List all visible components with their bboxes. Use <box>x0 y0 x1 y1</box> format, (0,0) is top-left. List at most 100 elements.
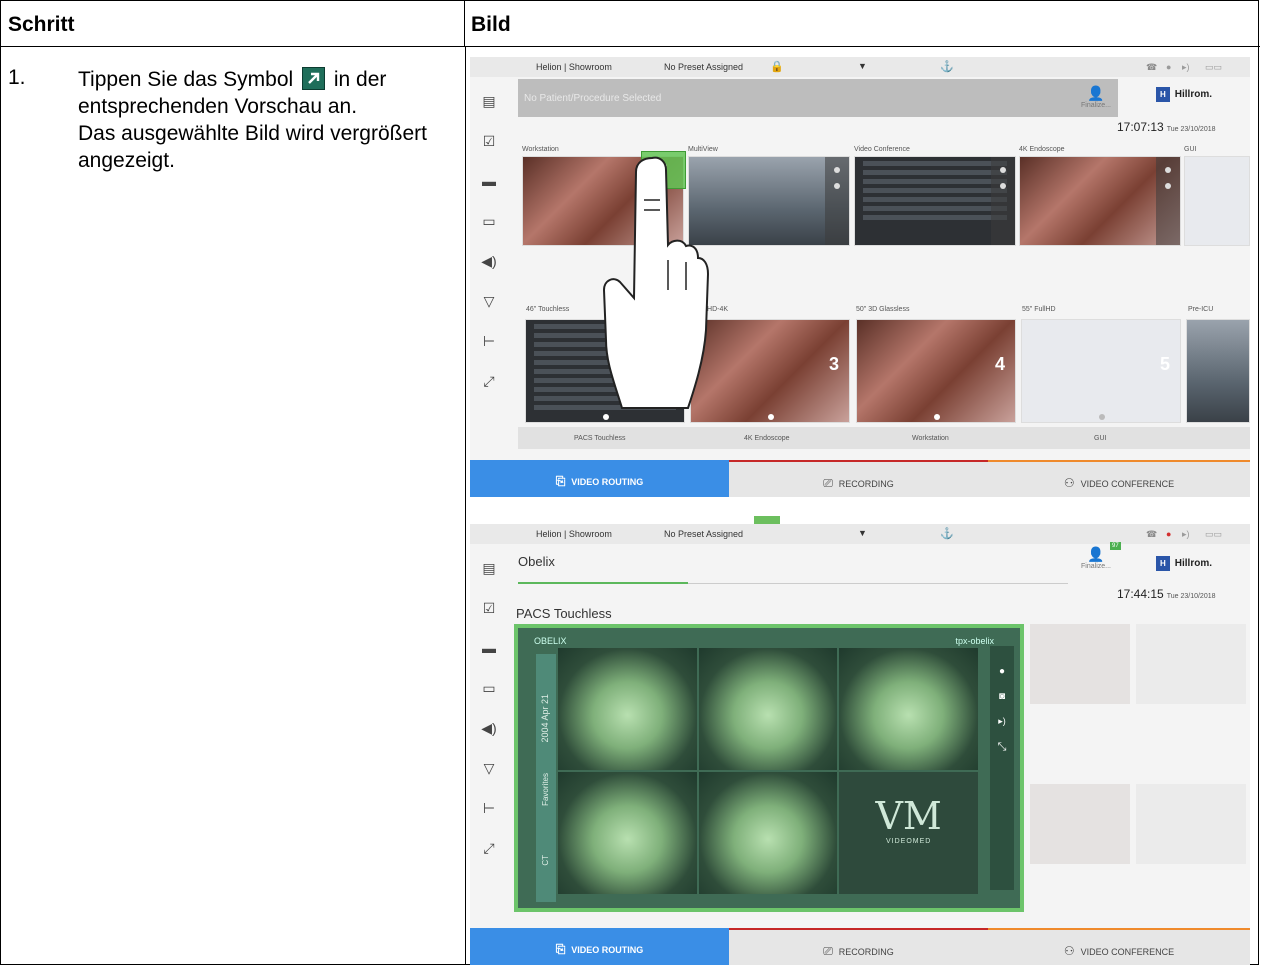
background-preview <box>1136 624 1246 704</box>
patient-bar[interactable]: No Patient/Procedure Selected <box>518 79 1118 117</box>
display-preview-uhd-4k[interactable]: 3 <box>690 319 850 423</box>
camera-arm-icon[interactable]: ⤢ <box>479 373 499 389</box>
display-number: 5 <box>1159 354 1170 374</box>
ct-image-grid: VM VIDEOMED <box>558 648 978 894</box>
tab-video-routing[interactable]: ⎘ VIDEO ROUTING <box>470 460 729 497</box>
glasses-icon[interactable]: ▭▭ <box>1205 529 1222 540</box>
finalize-button[interactable]: 👤 Finalize... <box>1076 85 1116 109</box>
display-preview-3d-glassless[interactable]: 4 <box>856 319 1016 423</box>
display-preview-pre-icu[interactable] <box>1186 319 1250 423</box>
tab-label: VIDEO CONFERENCE <box>1080 479 1175 489</box>
assigned-source: PACS Touchless <box>574 435 626 442</box>
recording-icon: ⎚ <box>823 476 833 490</box>
phone-icon[interactable]: ☎ <box>1146 62 1157 73</box>
preview-modality: CT <box>541 855 550 867</box>
display-preview-fullhd[interactable]: 5 <box>1021 319 1181 423</box>
sidebar: ▤ ☑ ▬ ▭ ◀) ▽ ⊢ ⤢ <box>470 77 508 460</box>
logo-text: Hillrom. <box>1174 89 1213 100</box>
preview-date: 2004 Apr 21 <box>540 694 550 743</box>
table-icon[interactable]: ⊢ <box>479 800 499 816</box>
share-icon[interactable]: ⚓ <box>940 60 954 73</box>
display-icon[interactable]: ▭ <box>479 680 499 696</box>
expand-icon <box>302 67 326 90</box>
preview-host: tpx-obelix <box>955 636 994 646</box>
tab-video-conference[interactable]: ⚇ VIDEO CONFERENCE <box>988 460 1250 497</box>
recording-icon: ⎚ <box>823 944 833 958</box>
speaker-icon[interactable]: ◀) <box>479 253 499 269</box>
share-icon[interactable]: ⚓ <box>940 527 954 540</box>
notification-badge: 97 <box>1110 542 1121 550</box>
tab-recording[interactable]: ⎚ RECORDING <box>729 460 988 497</box>
enlarged-preview[interactable]: OBELIX tpx-obelix 2004 Apr 21 Favorites … <box>514 624 1024 912</box>
tab-recording[interactable]: ⎚ RECORDING <box>729 928 988 965</box>
light-icon[interactable]: ▽ <box>479 293 499 309</box>
stack-icon[interactable]: ▬ <box>479 640 499 656</box>
record-dot-icon[interactable]: ● <box>1166 62 1171 72</box>
source-preview-multiview[interactable] <box>688 156 850 246</box>
ct-image[interactable] <box>698 648 838 770</box>
camera-arm-icon[interactable]: ⤢ <box>479 840 499 856</box>
patient-name[interactable]: Obelix <box>518 554 555 569</box>
tab-label: VIDEO ROUTING <box>571 945 644 955</box>
lock-icon[interactable]: 🔒 <box>770 60 784 73</box>
step-number: 1. <box>8 66 26 89</box>
conference-icon: ⚇ <box>1063 944 1075 958</box>
tab-video-conference[interactable]: ⚇ VIDEO CONFERENCE <box>988 928 1250 965</box>
display-number: 3 <box>828 354 839 374</box>
preview-side-panel: 2004 Apr 21 Favorites CT <box>536 654 556 902</box>
source-label: GUI <box>1184 146 1197 153</box>
clock: 17:07:13 Tue 23/10/2018 <box>1117 120 1216 134</box>
hillrom-logo: H Hillrom. <box>1156 556 1212 571</box>
collapse-icon[interactable]: ⤡ <box>990 741 1014 754</box>
chevron-down-icon[interactable]: ▼ <box>858 61 867 71</box>
ct-image[interactable] <box>558 648 697 770</box>
display-label: 50" 3D Glassless <box>856 306 910 313</box>
mode-tabs: ⎘ VIDEO ROUTING ⎚ RECORDING ⚇ VIDEO CONFERE… <box>470 928 1250 965</box>
tab-label: RECORDING <box>838 947 894 957</box>
tab-label: VIDEO ROUTING <box>571 477 644 487</box>
assigned-source: Workstation <box>912 435 949 442</box>
checklist-icon[interactable]: ☑ <box>479 133 499 149</box>
ct-image[interactable] <box>839 648 978 770</box>
patient-card-icon[interactable]: ▤ <box>479 93 499 109</box>
step-instruction-start: Tippen Sie das Symbol <box>78 68 294 91</box>
background-preview <box>1136 784 1246 864</box>
speaker-icon[interactable]: ◀) <box>479 720 499 736</box>
stack-icon[interactable]: ▬ <box>479 173 499 189</box>
assigned-source: 4K Endoscope <box>744 435 790 442</box>
clock-time: 17:44:15 <box>1117 587 1164 601</box>
ct-image[interactable] <box>698 772 838 894</box>
videomed-brand: VIDEOMED <box>885 838 932 845</box>
light-icon[interactable]: ▽ <box>479 760 499 776</box>
table-icon[interactable]: ⊢ <box>479 333 499 349</box>
hillrom-logo: H Hillrom. <box>1156 87 1212 102</box>
glasses-icon[interactable]: ▭▭ <box>1205 62 1222 73</box>
camera-icon[interactable]: ◙ <box>990 691 1014 702</box>
record-dot-icon[interactable]: ● <box>1166 529 1171 539</box>
record-icon[interactable]: ● <box>990 666 1014 677</box>
preview-patient: OBELIX <box>534 636 567 646</box>
patient-underline <box>518 582 688 584</box>
chevron-down-icon[interactable]: ▼ <box>858 528 867 538</box>
ct-image[interactable] <box>558 772 697 894</box>
audio-icon[interactable]: ▸) <box>1182 62 1190 73</box>
audio-icon[interactable]: ▸) <box>990 716 1014 727</box>
display-icon[interactable]: ▭ <box>479 213 499 229</box>
sidebar: ▤ ☑ ▬ ▭ ◀) ▽ ⊢ ⤢ <box>470 544 508 928</box>
source-label: 4K Endoscope <box>1019 146 1065 153</box>
preset-label: No Preset Assigned <box>664 62 744 72</box>
videomed-mark: VM <box>875 794 942 838</box>
display-label: 55" FullHD <box>1022 306 1056 313</box>
source-preview-video-conference[interactable] <box>854 156 1016 246</box>
display-number: 4 <box>994 354 1005 374</box>
background-preview <box>1030 784 1130 864</box>
source-preview-gui[interactable] <box>1184 156 1250 246</box>
tab-label: VIDEO CONFERENCE <box>1080 947 1175 957</box>
checklist-icon[interactable]: ☑ <box>479 600 499 616</box>
clock-time: 17:07:13 <box>1117 120 1164 134</box>
phone-icon[interactable]: ☎ <box>1146 529 1157 540</box>
patient-card-icon[interactable]: ▤ <box>479 560 499 576</box>
source-preview-4k-endoscope[interactable] <box>1019 156 1181 246</box>
audio-icon[interactable]: ▸) <box>1182 529 1190 540</box>
tab-video-routing[interactable]: ⎘ VIDEO ROUTING <box>470 928 729 965</box>
